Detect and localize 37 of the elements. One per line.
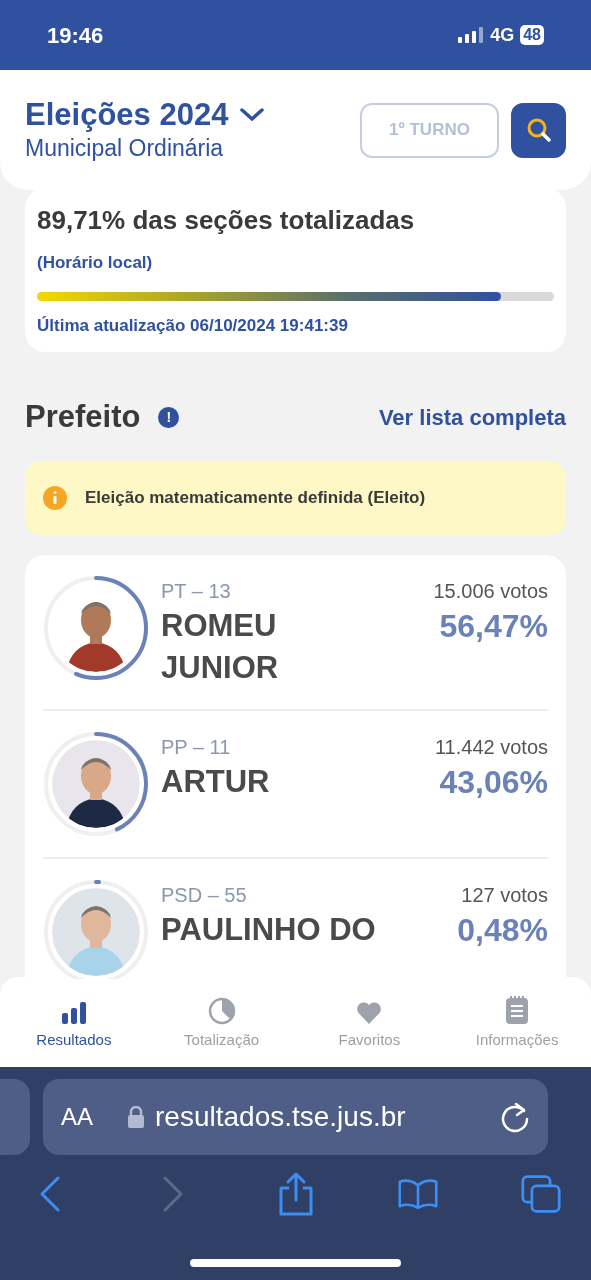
tabs-icon[interactable] xyxy=(521,1173,561,1215)
signal-icon xyxy=(458,27,485,43)
vote-percent: 43,06% xyxy=(439,762,548,802)
vote-count: 127 votos xyxy=(461,882,548,907)
info-badge[interactable]: ! xyxy=(158,406,180,428)
last-update-text: Última atualização 06/10/2024 19:41:39 xyxy=(37,314,349,337)
tab-button[interactable]: Resultados xyxy=(0,977,148,1067)
full-list-link[interactable]: Ver lista completa xyxy=(378,400,566,434)
party-number: PT – 13 xyxy=(161,578,232,603)
lock-icon xyxy=(127,1106,145,1128)
election-title: Eleições 2024 xyxy=(25,97,229,133)
clock-time: 19:46 xyxy=(47,21,104,50)
info-icon xyxy=(43,485,67,510)
vote-percent: 0,48% xyxy=(457,910,548,950)
candidate-name: PAULINHO DO xyxy=(161,910,376,949)
url-text: resultados.tse.jus.br xyxy=(155,1100,406,1134)
book-icon[interactable] xyxy=(398,1176,439,1212)
battery-icon: 48 xyxy=(520,25,544,45)
timezone-note: (Horário local) xyxy=(37,252,154,274)
party-number: PP – 11 xyxy=(161,734,232,759)
alert-text: Eleição matematicamente definida (Eleito) xyxy=(85,486,426,509)
chevron-down-icon[interactable] xyxy=(240,108,265,122)
network-label: 4G xyxy=(490,23,515,47)
vote-count: 11.442 votos xyxy=(434,734,548,759)
candidate-name: ARTUR xyxy=(161,762,270,801)
address-bar[interactable]: AA resultados.tse.jus.br xyxy=(43,1079,548,1155)
reload-icon[interactable] xyxy=(500,1101,530,1133)
vote-count: 15.006 votos xyxy=(433,578,548,603)
search-icon xyxy=(525,117,552,143)
vote-percent: 56,47% xyxy=(439,606,548,646)
candidate-name: ROMEU JUNIOR xyxy=(161,606,280,687)
text-size-button[interactable]: AA xyxy=(61,1099,93,1135)
election-subtitle: Municipal Ordinária xyxy=(25,134,225,163)
progress-title: 89,71% das seções totalizadas xyxy=(37,204,416,236)
party-number: PSD – 55 xyxy=(161,882,248,907)
section-title: Prefeito xyxy=(25,398,141,436)
search-button[interactable] xyxy=(511,102,566,158)
